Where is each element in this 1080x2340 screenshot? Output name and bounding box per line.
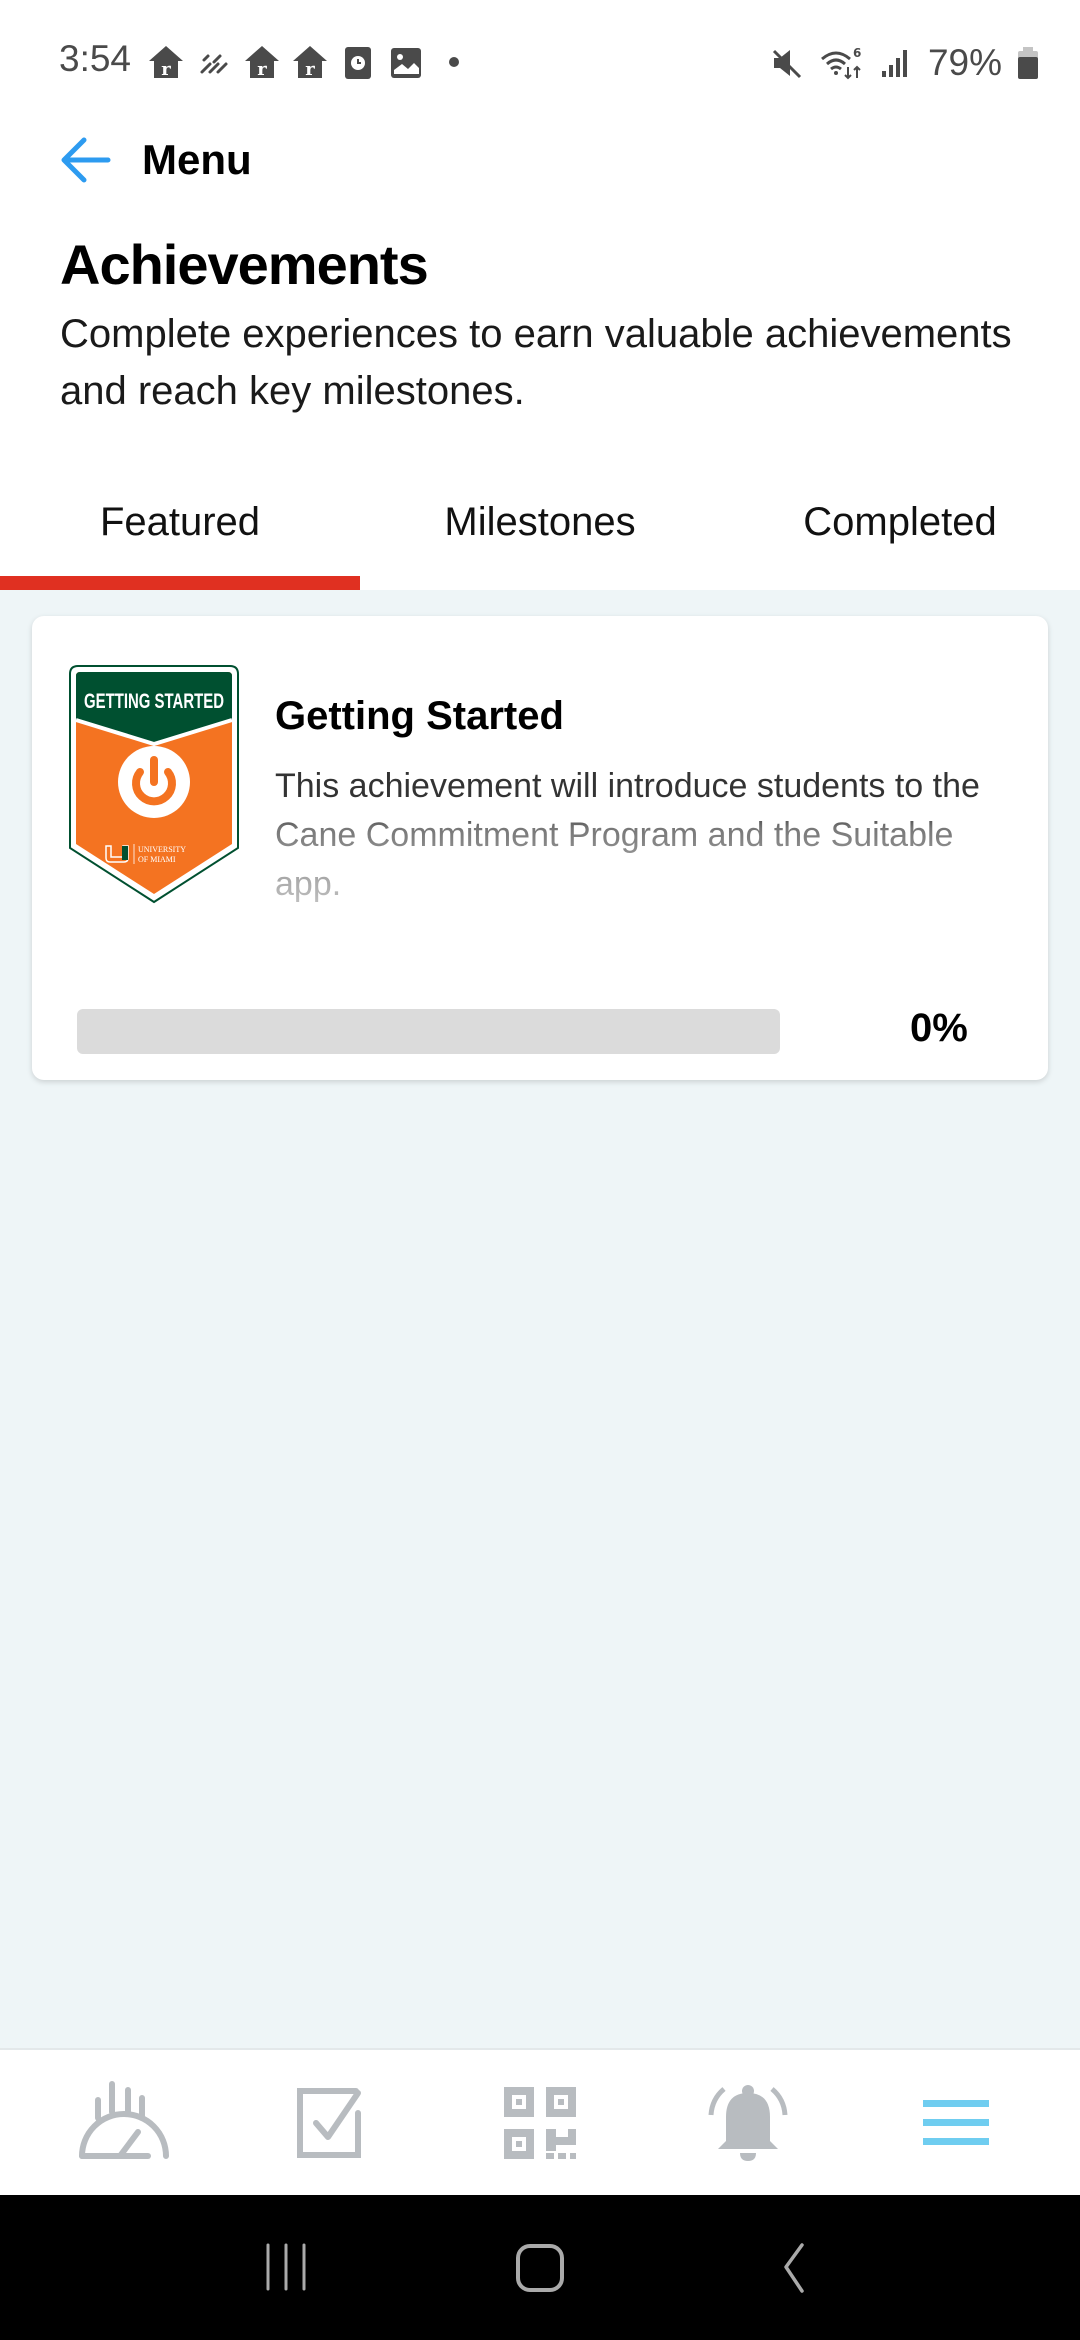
qr-code-icon xyxy=(504,2086,576,2159)
home-icon xyxy=(515,2243,564,2292)
bell-icon xyxy=(708,2084,788,2161)
svg-text:r: r xyxy=(305,59,315,80)
tab-milestones[interactable]: Milestones xyxy=(360,470,720,574)
achievement-badge: GETTING STARTED UNIVERSITY OF MIAMI xyxy=(69,665,239,904)
hamburger-menu-icon xyxy=(923,2099,989,2145)
achievement-progress-bar xyxy=(77,1009,780,1054)
mute-icon xyxy=(772,49,801,79)
wifi-6-icon: 6 xyxy=(820,46,861,80)
notification-icons: r r r xyxy=(148,44,472,80)
page-title: Achievements xyxy=(60,233,429,296)
realtor-app-icon: r xyxy=(149,46,183,80)
battery-icon xyxy=(1018,47,1038,79)
tab-featured[interactable]: Featured xyxy=(0,470,360,574)
badge-org-line2: OF MIAMI xyxy=(138,855,176,864)
system-status-icons: 6 79% xyxy=(770,42,1040,84)
gauge-icon xyxy=(79,2080,169,2159)
nav-dashboard[interactable] xyxy=(69,2068,179,2178)
nav-scan[interactable] xyxy=(485,2068,595,2178)
system-nav-bar xyxy=(0,2195,1080,2340)
back-label[interactable]: Menu xyxy=(142,136,252,184)
power-icon xyxy=(118,746,190,818)
system-back-button[interactable] xyxy=(753,2228,833,2308)
badge-org-line1: UNIVERSITY xyxy=(138,845,186,854)
back-arrow-icon xyxy=(61,137,111,183)
checkbox-icon xyxy=(297,2087,361,2158)
gallery-icon xyxy=(391,48,421,78)
system-back-icon xyxy=(784,2242,805,2293)
achievement-card[interactable]: GETTING STARTED UNIVERSITY OF MIAMI Gett… xyxy=(32,616,1048,1080)
nav-tasks[interactable] xyxy=(277,2068,387,2178)
status-bar: 3:54 r r r 6 79% xyxy=(0,0,1080,120)
page-subtitle: Complete experiences to earn valuable ac… xyxy=(60,312,1012,413)
achievement-description: This achievement will introduce students… xyxy=(275,762,1015,909)
tab-bar: Featured Milestones Completed xyxy=(0,470,1080,590)
nav-notifications[interactable] xyxy=(693,2068,803,2178)
clock-app-icon xyxy=(345,47,371,79)
signal-icon xyxy=(881,50,907,77)
realtor-app-icon: r xyxy=(293,46,327,80)
badge-banner-text: GETTING STARTED xyxy=(84,690,224,713)
battery-percent: 79% xyxy=(927,42,1002,83)
svg-text:r: r xyxy=(257,59,267,80)
bottom-nav xyxy=(0,2048,1080,2195)
active-tab-indicator xyxy=(0,576,360,590)
svg-text:6: 6 xyxy=(853,46,861,60)
svg-text:r: r xyxy=(161,59,171,80)
dot-icon xyxy=(449,57,459,67)
status-time: 3:54 xyxy=(59,38,132,79)
recent-apps-button[interactable] xyxy=(247,2228,327,2308)
achievement-progress-label: 0% xyxy=(910,1006,968,1050)
achievement-title: Getting Started xyxy=(275,694,564,738)
back-button[interactable] xyxy=(56,130,116,190)
nav-menu[interactable] xyxy=(901,2068,1011,2178)
tab-completed[interactable]: Completed xyxy=(720,470,1080,574)
header: Menu xyxy=(0,130,1080,200)
recent-apps-icon xyxy=(266,2243,306,2290)
home-button[interactable] xyxy=(500,2228,580,2308)
realtor-app-icon: r xyxy=(245,46,279,80)
achievements-list: GETTING STARTED UNIVERSITY OF MIAMI Gett… xyxy=(0,590,1080,2050)
sunlight-icon xyxy=(200,54,228,74)
